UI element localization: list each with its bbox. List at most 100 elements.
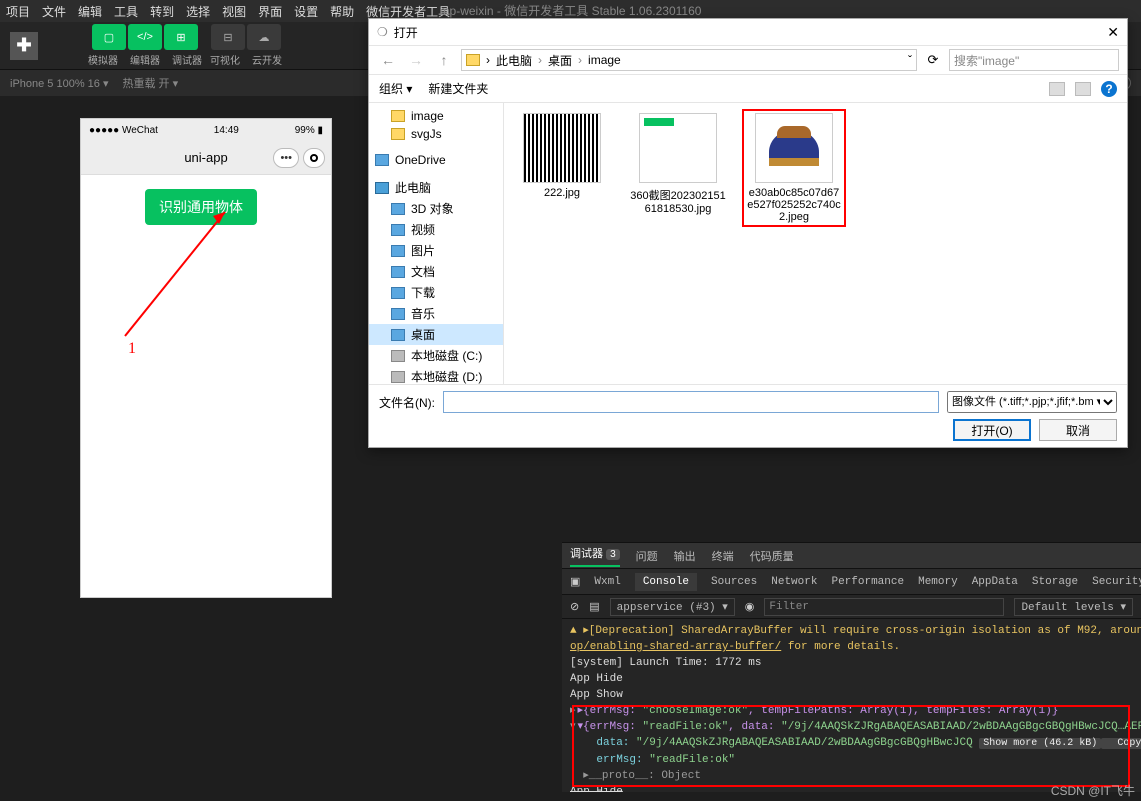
up-button[interactable]: ↑ [433, 52, 455, 68]
tree-item[interactable]: 3D 对象 [369, 198, 503, 219]
file-open-dialog: ❍ 打开 ✕ ← → ↑ › 此电脑 › 桌面 › image ˇ ⟳ 搜索"i… [368, 18, 1128, 448]
folder-icon [466, 54, 480, 66]
menu-wxdev[interactable]: 微信开发者工具 [366, 3, 450, 20]
menu-select[interactable]: 选择 [186, 3, 210, 20]
back-button[interactable]: ← [377, 52, 399, 68]
device-select[interactable]: iPhone 5 100% 16 ▾ [10, 77, 108, 90]
folder-tree[interactable]: imagesvgJs OneDrive 此电脑 3D 对象视频图片文档下载音乐桌面本地… [369, 103, 504, 384]
capsule-close[interactable] [303, 148, 325, 168]
debugger-button[interactable]: ⊞ [164, 24, 198, 50]
menu-file[interactable]: 文件 [42, 3, 66, 20]
window-title: mp-weixin - 微信开发者工具 Stable 1.06.2301160 [440, 2, 702, 19]
menu-edit[interactable]: 编辑 [78, 3, 102, 20]
tree-item[interactable]: OneDrive [369, 151, 503, 169]
chevron-down-icon[interactable]: ˇ [908, 53, 912, 67]
recognize-button[interactable]: 识别通用物体 [145, 189, 257, 225]
folder-icon [391, 329, 405, 341]
tab-issues[interactable]: 问题 [636, 548, 658, 564]
tab-storage[interactable]: Storage [1032, 576, 1078, 588]
crumb-pc[interactable]: 此电脑 [496, 52, 532, 69]
search-input[interactable]: 搜索"image" [949, 49, 1119, 71]
tree-item[interactable]: 音乐 [369, 303, 503, 324]
sidebar-icon[interactable]: ▤ [589, 600, 599, 614]
tree-item[interactable]: 文档 [369, 261, 503, 282]
devtools-tabs-row1: 调试器 3 问题 输出 终端 代码质量 [562, 543, 1141, 569]
cancel-button[interactable]: 取消 [1039, 419, 1117, 441]
context-select[interactable]: appservice (#3) ▾ [610, 598, 735, 616]
new-folder-button[interactable]: 新建文件夹 [428, 80, 488, 97]
dialog-title: 打开 [394, 24, 418, 41]
tab-terminal[interactable]: 终端 [712, 548, 734, 564]
thumbnail [523, 113, 601, 183]
filename-input[interactable] [443, 391, 939, 413]
tree-label: 桌面 [411, 326, 435, 343]
file-name: e30ab0c85c07d67e527f025252c740c2.jpeg [746, 187, 842, 223]
tab-console[interactable]: Console [635, 573, 697, 591]
tree-label: OneDrive [395, 153, 446, 167]
tab-security[interactable]: Security [1092, 576, 1141, 588]
visual-button[interactable]: ⊟ [211, 24, 245, 50]
menu-view[interactable]: 视图 [222, 3, 246, 20]
simulator-button[interactable]: ▢ [92, 24, 126, 50]
close-icon[interactable]: ✕ [1107, 24, 1119, 41]
tab-memory[interactable]: Memory [918, 576, 958, 588]
tree-item[interactable]: 本地磁盘 (D:) [369, 366, 503, 384]
inspect-icon[interactable]: ▣ [570, 575, 580, 589]
menu-ui[interactable]: 界面 [258, 3, 282, 20]
view-icon-1[interactable] [1049, 82, 1065, 96]
tree-label: 图片 [411, 242, 435, 259]
tree-item[interactable]: 桌面 [369, 324, 503, 345]
tab-wxml[interactable]: Wxml [594, 576, 620, 588]
tree-item[interactable]: 本地磁盘 (C:) [369, 345, 503, 366]
eye-icon[interactable]: ◉ [745, 600, 755, 614]
levels-select[interactable]: Default levels ▾ [1014, 598, 1133, 616]
tree-item[interactable]: svgJs [369, 125, 503, 143]
tree-label: 本地磁盘 (C:) [411, 347, 482, 364]
file-item[interactable]: 360截图20230215161818530.jpg [630, 113, 726, 215]
dialog-icon: ❍ [377, 25, 388, 39]
filter-select[interactable]: 图像文件 (*.tiff;*.pjp;*.jfif;*.bm ▾ [947, 391, 1117, 413]
tab-network[interactable]: Network [771, 576, 817, 588]
file-item[interactable]: e30ab0c85c07d67e527f025252c740c2.jpeg [746, 113, 842, 223]
tab-debugger[interactable]: 调试器 3 [570, 545, 620, 567]
tree-item[interactable]: image [369, 107, 503, 125]
thumbnail [755, 113, 833, 183]
tree-label: 下载 [411, 284, 435, 301]
hot-reload-select[interactable]: 热重载 开 ▾ [122, 75, 178, 91]
forward-button[interactable]: → [405, 52, 427, 68]
open-button[interactable]: 打开(O) [953, 419, 1031, 441]
tab-performance[interactable]: Performance [831, 576, 904, 588]
tree-label: 3D 对象 [411, 200, 454, 217]
clear-icon[interactable]: ⊘ [570, 600, 579, 614]
view-icon-2[interactable] [1075, 82, 1091, 96]
crumb-desktop[interactable]: 桌面 [548, 52, 572, 69]
tree-item[interactable]: 下载 [369, 282, 503, 303]
refresh-icon[interactable]: ⟳ [923, 52, 943, 68]
phone-status-bar: ●●●●● WeChat 14:49 99% ▮ [81, 119, 331, 141]
time-label: 14:49 [214, 125, 239, 136]
organize-button[interactable]: 组织 ▾ [379, 80, 412, 97]
help-icon[interactable]: ? [1101, 81, 1117, 97]
tree-item[interactable]: 图片 [369, 240, 503, 261]
tab-output[interactable]: 输出 [674, 548, 696, 564]
cloud-button[interactable]: ☁ [247, 24, 281, 50]
tab-sources[interactable]: Sources [711, 576, 757, 588]
tree-item[interactable]: 视频 [369, 219, 503, 240]
menu-settings[interactable]: 设置 [294, 3, 318, 20]
file-grid[interactable]: 222.jpg360截图20230215161818530.jpg e30ab0c… [504, 103, 1127, 384]
file-item[interactable]: 222.jpg [514, 113, 610, 199]
tab-appdata[interactable]: AppData [972, 576, 1018, 588]
menu-help[interactable]: 帮助 [330, 3, 354, 20]
editor-button[interactable]: </> [128, 24, 162, 50]
tree-item[interactable]: 此电脑 [369, 177, 503, 198]
crumb-image[interactable]: image [588, 53, 621, 67]
tab-quality[interactable]: 代码质量 [750, 548, 794, 564]
folder-icon [391, 350, 405, 362]
menu-tools[interactable]: 工具 [114, 3, 138, 20]
menu-project[interactable]: 项目 [6, 3, 30, 20]
cap-sim: 模拟器 [88, 52, 118, 67]
menu-goto[interactable]: 转到 [150, 3, 174, 20]
breadcrumb[interactable]: › 此电脑 › 桌面 › image ˇ [461, 49, 917, 71]
capsule-menu[interactable]: ••• [273, 148, 299, 168]
filter-input[interactable]: Filter [764, 598, 1004, 616]
